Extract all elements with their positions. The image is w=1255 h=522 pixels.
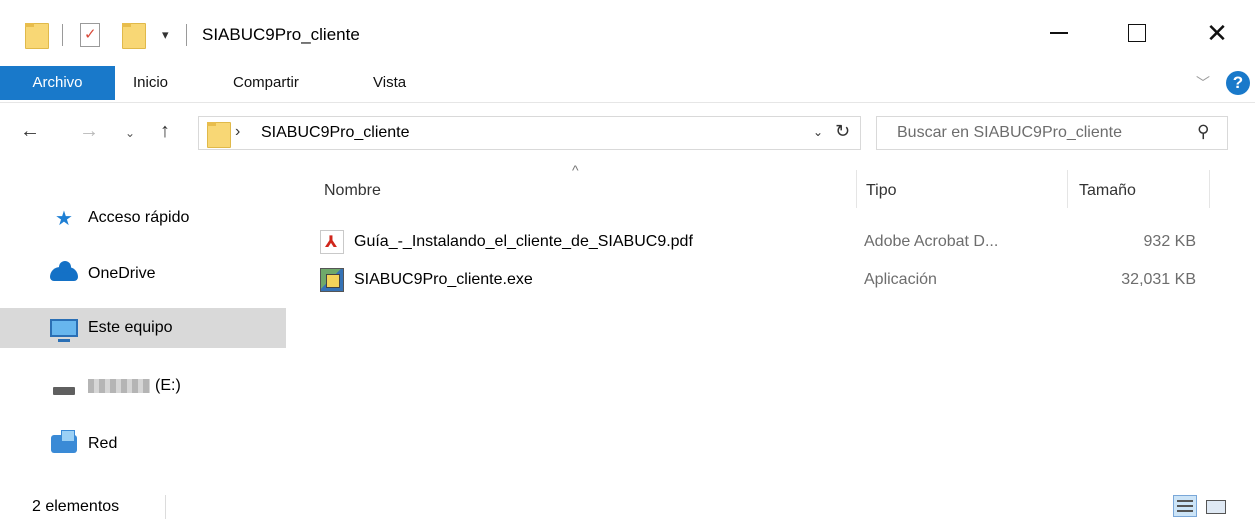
sidebar-item-label: Acceso rápido [88, 209, 190, 226]
file-type: Aplicación [864, 271, 937, 288]
navigation-bar: ← → ⌄ ↑ › SIABUC9Pro_cliente ⌄ ↻ Buscar … [0, 108, 1255, 158]
sort-ascending-icon: ^ [572, 162, 579, 178]
file-name: Guía_-_Instalando_el_cliente_de_SIABUC9.… [354, 233, 693, 250]
large-icons-view-icon[interactable] [1203, 495, 1227, 517]
address-dropdown-icon[interactable]: ⌄ [813, 125, 823, 139]
new-folder-icon[interactable] [122, 20, 146, 50]
folder-icon [207, 122, 231, 148]
search-icon[interactable]: ⚲ [1197, 122, 1209, 142]
search-placeholder: Buscar en SIABUC9Pro_cliente [897, 124, 1122, 141]
column-header-size[interactable]: Tamaño [1079, 176, 1136, 206]
tab-vista[interactable]: Vista [373, 67, 406, 99]
address-bar[interactable]: › SIABUC9Pro_cliente ⌄ ↻ [198, 116, 861, 150]
window-title: SIABUC9Pro_cliente [202, 25, 360, 44]
breadcrumb-current-folder[interactable]: SIABUC9Pro_cliente [261, 124, 410, 142]
title-bar: ▾ SIABUC9Pro_cliente ✕ [0, 0, 1255, 62]
folder-icon [25, 20, 49, 50]
column-header-name[interactable]: Nombre [324, 176, 381, 206]
status-separator [165, 495, 166, 519]
recent-locations-chevron-icon[interactable]: ⌄ [125, 126, 135, 140]
navigation-pane: ★ Acceso rápido OneDrive Este equipo (E:… [0, 170, 290, 470]
computer-icon [50, 317, 78, 342]
details-view-icon[interactable] [1173, 495, 1197, 517]
tab-archivo[interactable]: Archivo [0, 66, 115, 100]
redacted-drive-name [88, 379, 150, 393]
maximize-button[interactable] [1114, 10, 1160, 56]
sidebar-item-drive-e[interactable]: (E:) [0, 366, 286, 406]
ribbon-tabs: Archivo Inicio Compartir Vista ﹀ ? [0, 63, 1255, 103]
column-header-type[interactable]: Tipo [866, 176, 897, 206]
tab-inicio[interactable]: Inicio [133, 67, 168, 99]
column-divider[interactable] [856, 170, 857, 208]
file-row[interactable]: Guía_-_Instalando_el_cliente_de_SIABUC9.… [320, 226, 1230, 258]
file-row[interactable]: SIABUC9Pro_cliente.exe Aplicación 32,031… [320, 264, 1230, 296]
sidebar-item-red[interactable]: Red [0, 424, 286, 464]
drive-icon [50, 375, 78, 397]
network-icon [50, 430, 78, 455]
item-count: 2 elementos [32, 498, 120, 515]
file-list: ^ Nombre Tipo Tamaño Guía_-_Instalando_e… [290, 160, 1255, 460]
toolbar-separator [62, 20, 63, 50]
sidebar-item-onedrive[interactable]: OneDrive [0, 254, 286, 294]
search-input[interactable]: Buscar en SIABUC9Pro_cliente ⚲ [876, 116, 1228, 150]
exe-icon [320, 268, 344, 292]
sidebar-item-label: Este equipo [88, 319, 173, 336]
sidebar-item-label: Red [88, 435, 118, 452]
file-size: 932 KB [1143, 233, 1196, 250]
toolbar-separator [186, 20, 187, 50]
close-button[interactable]: ✕ [1194, 10, 1240, 56]
expand-ribbon-icon[interactable]: ﹀ [1196, 73, 1210, 93]
star-icon: ★ [55, 207, 73, 230]
pdf-icon [320, 230, 344, 254]
forward-arrow-icon[interactable]: → [79, 120, 99, 143]
maximize-icon [1128, 24, 1146, 42]
sidebar-item-este-equipo[interactable]: Este equipo [0, 308, 286, 348]
file-name: SIABUC9Pro_cliente.exe [354, 271, 533, 288]
minimize-button[interactable] [1036, 10, 1082, 56]
column-divider[interactable] [1209, 170, 1210, 208]
file-size: 32,031 KB [1121, 271, 1196, 288]
customize-quick-access-button[interactable]: ▾ [162, 20, 169, 50]
help-icon[interactable]: ? [1226, 71, 1250, 95]
sidebar-item-label: (E:) [155, 377, 181, 394]
properties-icon[interactable] [80, 20, 100, 50]
minimize-icon [1050, 32, 1068, 34]
sidebar-item-acceso-rapido[interactable]: ★ Acceso rápido [0, 198, 286, 238]
refresh-icon[interactable]: ↻ [835, 121, 850, 142]
up-arrow-icon[interactable]: ↑ [160, 120, 170, 143]
cloud-icon [50, 261, 78, 285]
status-bar: 2 elementos [0, 490, 1255, 522]
back-arrow-icon[interactable]: ← [20, 120, 40, 143]
tab-compartir[interactable]: Compartir [233, 67, 299, 99]
column-divider[interactable] [1067, 170, 1068, 208]
sidebar-item-label: OneDrive [88, 265, 156, 282]
file-type: Adobe Acrobat D... [864, 233, 999, 250]
breadcrumb-chevron-icon[interactable]: › [235, 123, 240, 141]
